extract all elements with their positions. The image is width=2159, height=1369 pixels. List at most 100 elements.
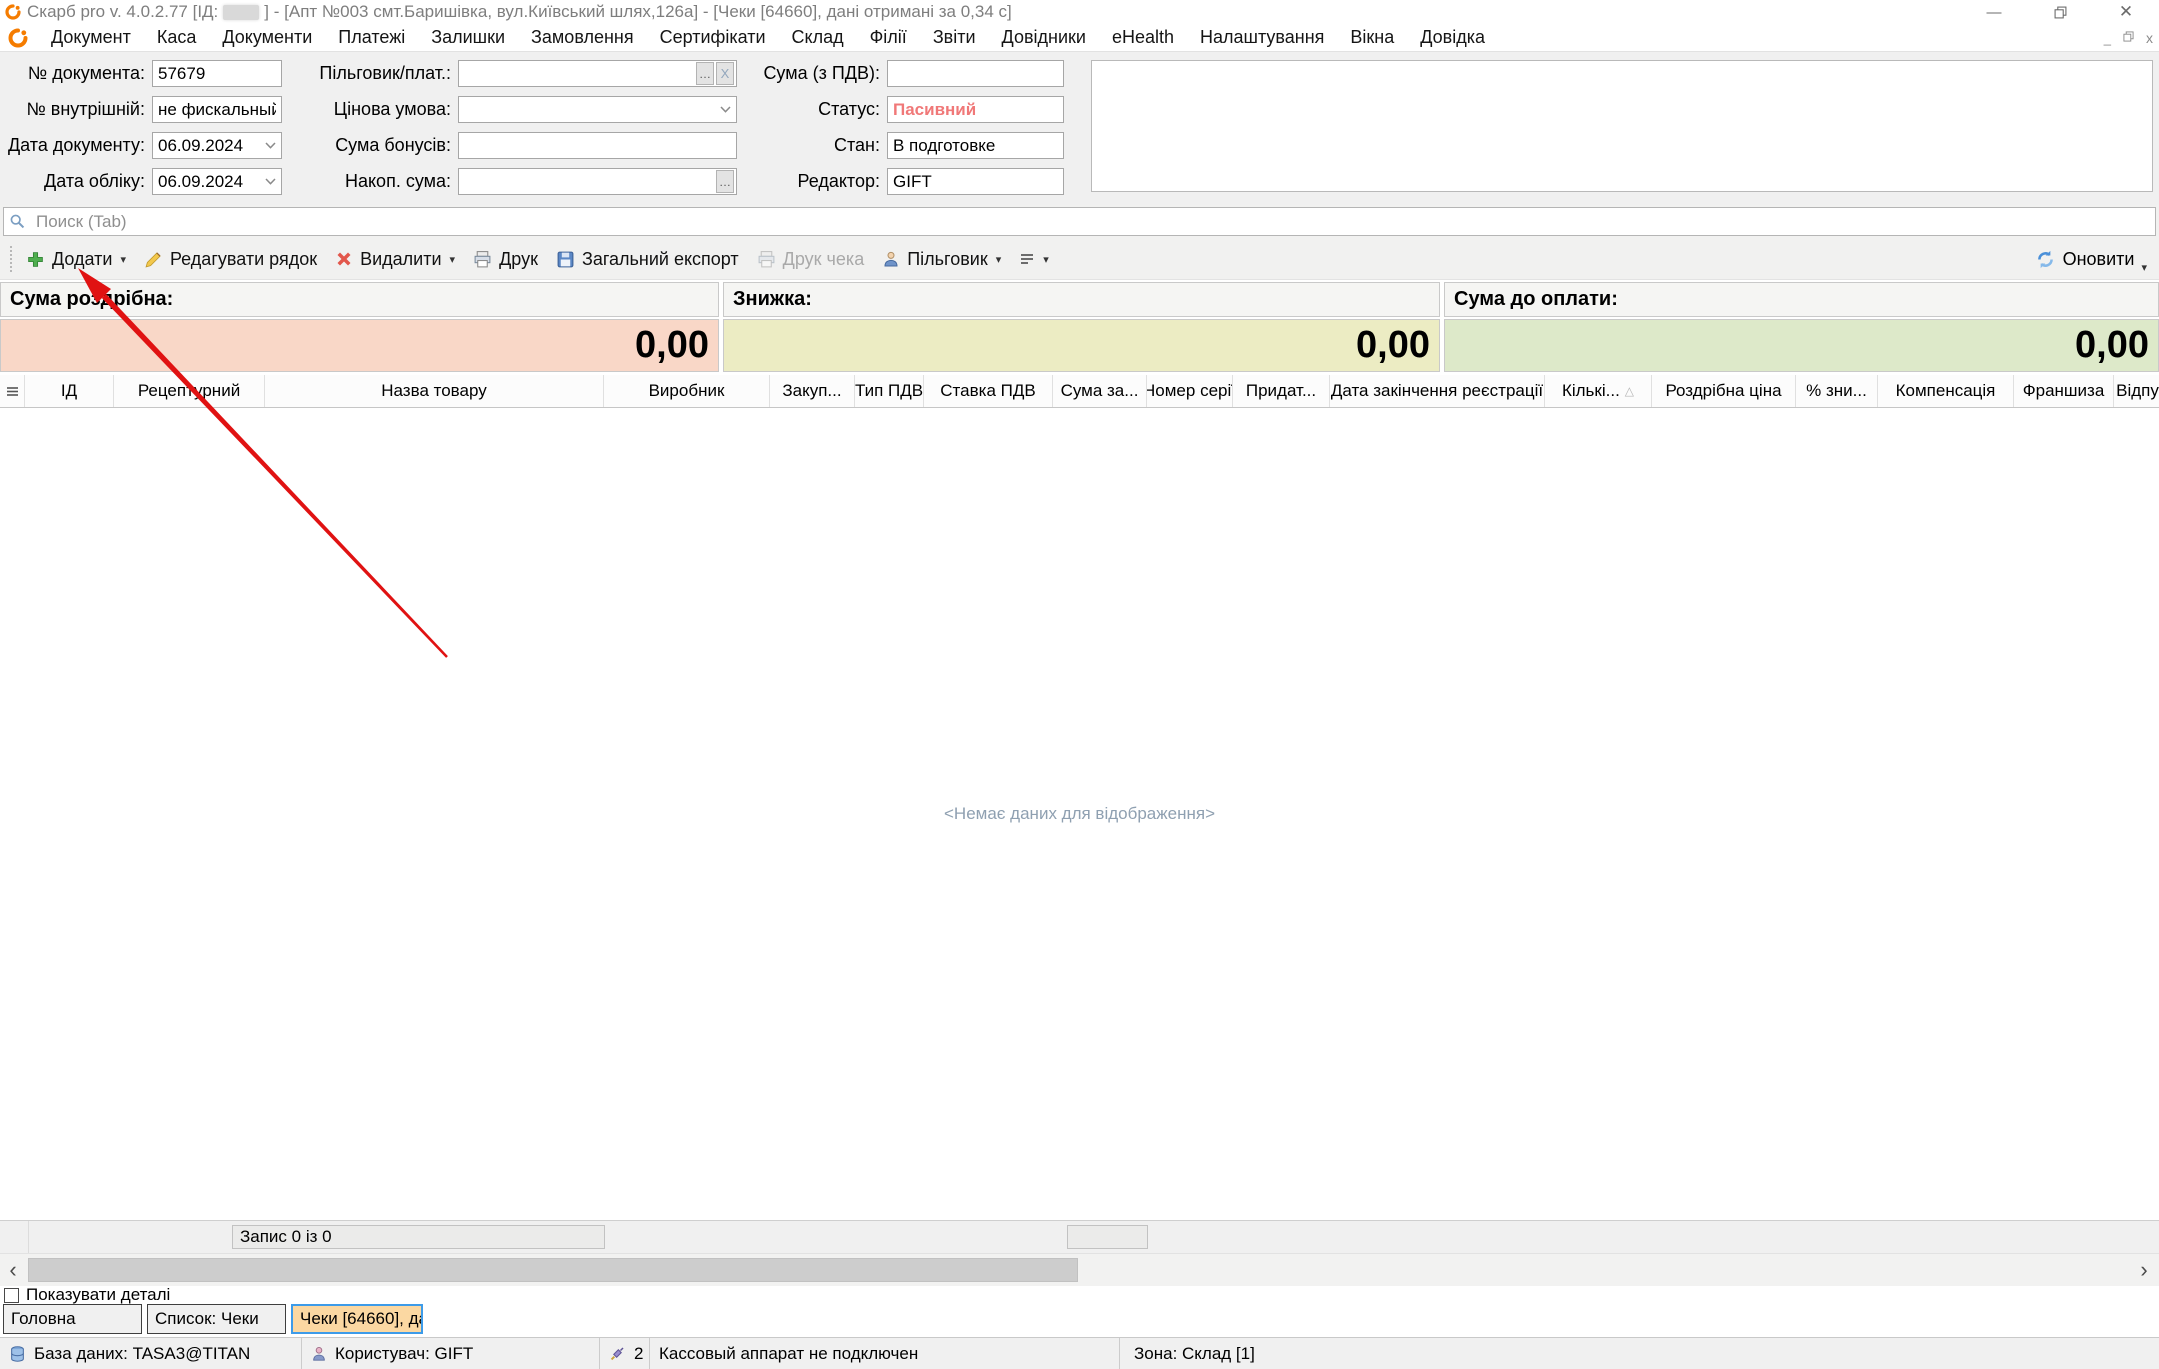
horizontal-scrollbar: ‹ › bbox=[0, 1253, 2159, 1286]
column-header-12[interactable]: Роздрібна ціна bbox=[1652, 375, 1796, 407]
accum-sum-field[interactable]: … bbox=[458, 168, 737, 195]
mdi-window-controls: _ x bbox=[2104, 24, 2153, 52]
bonus-sum-label: Сума бонусів: bbox=[282, 135, 458, 156]
sum-vat-field[interactable] bbox=[887, 60, 1064, 87]
account-date-field[interactable] bbox=[152, 168, 282, 195]
sum-to-pay-label: Сума до оплати: bbox=[1444, 282, 2159, 317]
add-button[interactable]: Додати▾ bbox=[26, 249, 126, 270]
mdi-restore-icon[interactable] bbox=[2123, 29, 2134, 47]
column-header-1[interactable]: Рецептурний bbox=[114, 375, 265, 407]
column-header-3[interactable]: Виробник bbox=[604, 375, 770, 407]
footer-aux-panel bbox=[1067, 1225, 1148, 1249]
menu-item-10[interactable]: Довідники bbox=[989, 27, 1099, 48]
bonus-sum-field[interactable] bbox=[458, 132, 737, 159]
menu-item-4[interactable]: Залишки bbox=[418, 27, 518, 48]
minimize-button[interactable]: — bbox=[1961, 0, 2027, 24]
beneficiary-clear-button[interactable]: Х bbox=[716, 62, 734, 85]
menu-item-14[interactable]: Довідка bbox=[1407, 27, 1498, 48]
print-receipt-button[interactable]: Друк чека bbox=[757, 249, 865, 270]
column-header-10[interactable]: Дата закінчення реєстрації bbox=[1330, 375, 1545, 407]
toolbar: Додати▾ Редагувати рядок Видалити▾ Друк … bbox=[0, 239, 2159, 280]
column-header-16[interactable]: Відпу bbox=[2114, 375, 2159, 407]
menu-item-11[interactable]: eHealth bbox=[1099, 27, 1187, 48]
delete-button[interactable]: Видалити▾ bbox=[335, 249, 455, 270]
scrollbar-thumb[interactable] bbox=[28, 1258, 1078, 1282]
chevron-down-icon[interactable] bbox=[265, 178, 276, 185]
beneficiary-button[interactable]: Пільговик▾ bbox=[882, 249, 1001, 270]
menu-item-2[interactable]: Документи bbox=[209, 27, 325, 48]
menu-item-9[interactable]: Звіти bbox=[920, 27, 989, 48]
column-header-15[interactable]: Франшиза bbox=[2014, 375, 2114, 407]
doc-date-field[interactable] bbox=[152, 132, 282, 159]
show-details-checkbox[interactable] bbox=[4, 1288, 19, 1303]
list-options-button[interactable]: ▾ bbox=[1019, 251, 1049, 267]
close-button[interactable]: ✕ bbox=[2093, 0, 2159, 24]
bottom-tab-0[interactable]: Головна bbox=[3, 1304, 142, 1334]
beneficiary-lookup-button[interactable]: … bbox=[696, 62, 714, 85]
discount-panel: Знижка: 0,00 bbox=[723, 282, 1440, 372]
app-logo-icon bbox=[5, 4, 21, 20]
chevron-down-icon[interactable] bbox=[720, 106, 731, 113]
search-input[interactable] bbox=[3, 207, 2156, 236]
menu-item-3[interactable]: Платежі bbox=[325, 27, 418, 48]
discount-value: 0,00 bbox=[723, 319, 1440, 372]
price-condition-combo[interactable] bbox=[458, 96, 737, 123]
edit-row-button[interactable]: Редагувати рядок bbox=[144, 249, 317, 270]
column-header-8[interactable]: Номер серії bbox=[1147, 375, 1233, 407]
chevron-down-icon[interactable] bbox=[265, 142, 276, 149]
print-button[interactable]: Друк bbox=[473, 249, 538, 270]
sum-to-pay-panel: Сума до оплати: 0,00 bbox=[1444, 282, 2159, 372]
column-header-13[interactable]: % зни... bbox=[1796, 375, 1878, 407]
column-header-5[interactable]: Тип ПДВ bbox=[855, 375, 924, 407]
refresh-button[interactable]: Оновити▾ bbox=[2035, 245, 2147, 274]
plus-icon bbox=[26, 250, 45, 269]
scroll-right-arrow[interactable]: › bbox=[2131, 1254, 2157, 1286]
grid-body[interactable]: <Немає даних для відображення> bbox=[0, 408, 2159, 1220]
mdi-close-icon[interactable]: x bbox=[2146, 30, 2153, 46]
menu-item-8[interactable]: Філії bbox=[857, 27, 920, 48]
beneficiary-field[interactable]: … Х bbox=[458, 60, 737, 87]
retail-sum-label: Сума роздрібна: bbox=[0, 282, 719, 317]
column-header-0[interactable]: ІД bbox=[25, 375, 114, 407]
column-header-2[interactable]: Назва товару bbox=[265, 375, 604, 407]
column-header-7[interactable]: Сума за... bbox=[1053, 375, 1147, 407]
menu-item-5[interactable]: Замовлення bbox=[518, 27, 647, 48]
scroll-left-arrow[interactable]: ‹ bbox=[0, 1254, 26, 1286]
printer-icon bbox=[473, 250, 492, 269]
menu-item-7[interactable]: Склад bbox=[779, 27, 857, 48]
editor-field bbox=[887, 168, 1064, 195]
database-segment: База даних: TASA3@TITAN bbox=[0, 1338, 302, 1369]
title-bar: Скарб pro v. 4.0.2.77 [ІД:] - [Апт №003 … bbox=[0, 0, 2159, 24]
redacted-id bbox=[223, 5, 259, 20]
accum-sum-lookup-button[interactable]: … bbox=[716, 170, 734, 193]
menu-item-6[interactable]: Сертифікати bbox=[647, 27, 779, 48]
search-icon bbox=[9, 213, 26, 235]
menu-item-12[interactable]: Налаштування bbox=[1187, 27, 1337, 48]
menu-item-13[interactable]: Вікна bbox=[1337, 27, 1407, 48]
menu-item-0[interactable]: Документ bbox=[38, 27, 144, 48]
internal-number-field[interactable] bbox=[152, 96, 282, 123]
show-details-label: Показувати деталі bbox=[26, 1285, 170, 1305]
column-header-6[interactable]: Ставка ПДВ bbox=[924, 375, 1053, 407]
connections-count: 2 bbox=[634, 1344, 643, 1364]
bottom-tab-2[interactable]: Чеки [64660], дані ... bbox=[291, 1304, 423, 1334]
window-controls: — ✕ bbox=[1961, 0, 2159, 24]
column-header-14[interactable]: Компенсація bbox=[1878, 375, 2014, 407]
bottom-tab-1[interactable]: Список: Чеки bbox=[147, 1304, 286, 1334]
record-count-panel: Запис 0 із 0 bbox=[232, 1225, 605, 1249]
doc-number-field[interactable] bbox=[152, 60, 282, 87]
menu-item-1[interactable]: Каса bbox=[144, 27, 210, 48]
column-header-4[interactable]: Закуп... bbox=[770, 375, 855, 407]
restore-button[interactable] bbox=[2027, 0, 2093, 24]
column-header-9[interactable]: Придат... bbox=[1233, 375, 1330, 407]
retail-sum-panel: Сума роздрібна: 0,00 bbox=[0, 282, 719, 372]
toolbar-grip bbox=[10, 246, 16, 272]
document-notes-box[interactable] bbox=[1091, 60, 2153, 192]
grid-footer: Запис 0 із 0 bbox=[0, 1220, 2159, 1253]
column-header-11[interactable]: Кількі...△ bbox=[1545, 375, 1652, 407]
export-button[interactable]: Загальний експорт bbox=[556, 249, 739, 270]
red-x-icon bbox=[335, 250, 353, 268]
mdi-minimize-icon[interactable]: _ bbox=[2104, 31, 2111, 46]
sort-indicator-icon: △ bbox=[1625, 384, 1634, 398]
cash-register-segment: Кассовый аппарат не подключен bbox=[650, 1338, 1120, 1369]
